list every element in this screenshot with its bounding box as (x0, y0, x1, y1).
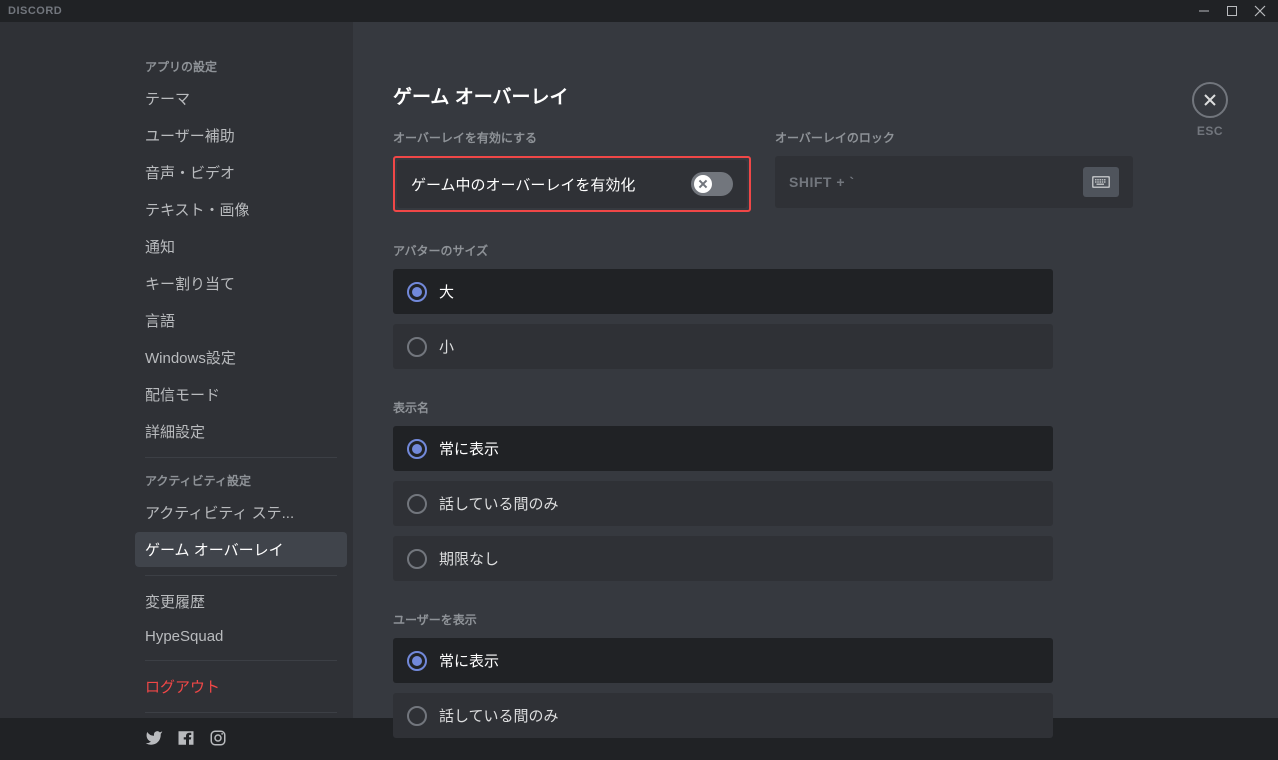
radio-icon (407, 494, 427, 514)
avatar-size-label: アバターのサイズ (393, 242, 1053, 259)
settings-content: ゲーム オーバーレイ オーバーレイを有効にする ゲーム中のオーバーレイを有効化 … (353, 22, 1278, 718)
radio-label: 大 (439, 281, 454, 302)
display-name-group: 表示名 常に表示 話している間のみ 期限なし (393, 399, 1053, 581)
sidebar-divider (145, 575, 337, 576)
avatar-size-small[interactable]: 小 (393, 324, 1053, 369)
overlay-lock-keybind[interactable]: SHIFT + ` (775, 156, 1133, 208)
close-settings-button[interactable] (1192, 82, 1228, 118)
show-user-label: ユーザーを表示 (393, 611, 1053, 628)
sidebar-item-streamer-mode[interactable]: 配信モード (135, 377, 347, 412)
maximize-button[interactable] (1218, 0, 1246, 22)
sidebar-item-voice-video[interactable]: 音声・ビデオ (135, 155, 347, 190)
enable-overlay-label: オーバーレイを有効にする (393, 129, 751, 146)
titlebar-buttons (1190, 0, 1274, 22)
sidebar-section-app: アプリの設定 (135, 52, 347, 81)
sidebar-item-theme[interactable]: テーマ (135, 81, 347, 116)
instagram-icon[interactable] (209, 729, 227, 752)
display-name-speaking[interactable]: 話している間のみ (393, 481, 1053, 526)
enable-overlay-toggle[interactable] (691, 172, 733, 196)
radio-label: 小 (439, 336, 454, 357)
show-user-always[interactable]: 常に表示 (393, 638, 1053, 683)
sidebar-divider (145, 457, 337, 458)
sidebar-section-activity: アクティビティ設定 (135, 466, 347, 495)
sidebar-item-text-image[interactable]: テキスト・画像 (135, 192, 347, 227)
minimize-button[interactable] (1190, 0, 1218, 22)
close-label: ESC (1192, 124, 1228, 138)
show-user-speaking[interactable]: 話している間のみ (393, 693, 1053, 738)
sidebar-item-hypesquad[interactable]: HypeSquad (135, 621, 347, 652)
radio-label: 常に表示 (439, 650, 499, 671)
close-area: ESC (1192, 82, 1228, 138)
radio-icon (407, 651, 427, 671)
radio-icon (407, 439, 427, 459)
sidebar-item-activity-status[interactable]: アクティビティ ステ... (135, 495, 347, 530)
enable-overlay-row[interactable]: ゲーム中のオーバーレイを有効化 (397, 160, 747, 208)
radio-icon (407, 337, 427, 357)
page-title: ゲーム オーバーレイ (393, 82, 1133, 109)
avatar-size-group: アバターのサイズ 大 小 (393, 242, 1053, 369)
twitter-icon[interactable] (145, 729, 163, 752)
sidebar-item-advanced[interactable]: 詳細設定 (135, 414, 347, 449)
sidebar-item-game-overlay[interactable]: ゲーム オーバーレイ (135, 532, 347, 567)
sidebar-item-windows[interactable]: Windows設定 (135, 340, 347, 375)
keyboard-icon[interactable] (1083, 167, 1119, 197)
radio-label: 話している間のみ (439, 493, 559, 514)
sidebar-item-language[interactable]: 言語 (135, 303, 347, 338)
sidebar-item-accessibility[interactable]: ユーザー補助 (135, 118, 347, 153)
facebook-icon[interactable] (177, 729, 195, 752)
enable-overlay-text: ゲーム中のオーバーレイを有効化 (411, 174, 635, 195)
overlay-lock-label: オーバーレイのロック (775, 129, 1133, 146)
show-user-group: ユーザーを表示 常に表示 話している間のみ (393, 611, 1053, 738)
close-window-button[interactable] (1246, 0, 1274, 22)
sidebar-divider (145, 660, 337, 661)
sidebar-item-logout[interactable]: ログアウト (135, 669, 347, 704)
sidebar-social (135, 721, 347, 760)
toggle-knob-icon (694, 175, 712, 193)
display-name-never[interactable]: 期限なし (393, 536, 1053, 581)
display-name-label: 表示名 (393, 399, 1053, 416)
app-logo: DISCORD (8, 5, 62, 17)
radio-label: 常に表示 (439, 438, 499, 459)
display-name-always[interactable]: 常に表示 (393, 426, 1053, 471)
radio-icon (407, 549, 427, 569)
radio-icon (407, 706, 427, 726)
titlebar: DISCORD (0, 0, 1278, 22)
settings-sidebar: アプリの設定 テーマ ユーザー補助 音声・ビデオ テキスト・画像 通知 キー割り… (0, 22, 353, 718)
avatar-size-large[interactable]: 大 (393, 269, 1053, 314)
sidebar-item-notifications[interactable]: 通知 (135, 229, 347, 264)
keybind-text: SHIFT + ` (789, 174, 855, 190)
radio-label: 期限なし (439, 548, 499, 569)
sidebar-divider (145, 712, 337, 713)
sidebar-item-keybinds[interactable]: キー割り当て (135, 266, 347, 301)
radio-icon (407, 282, 427, 302)
radio-label: 話している間のみ (439, 705, 559, 726)
enable-overlay-highlight: ゲーム中のオーバーレイを有効化 (393, 156, 751, 212)
sidebar-item-changelog[interactable]: 変更履歴 (135, 584, 347, 619)
